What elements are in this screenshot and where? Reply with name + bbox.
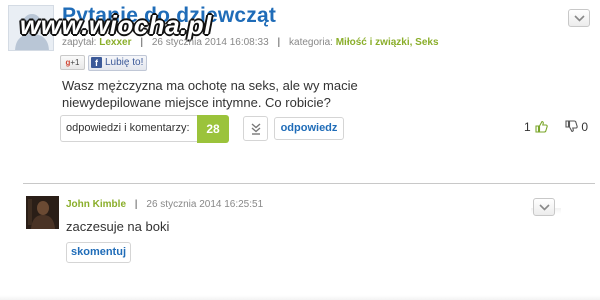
meta-separator: | [140,37,144,48]
gplus-label: +1 [70,58,80,67]
facebook-like-button[interactable]: f Lubię to! [88,55,147,71]
comment-button[interactable]: skomentuj [66,242,131,263]
question-options-button[interactable] [568,9,590,27]
vote-down[interactable]: 0 [564,120,588,136]
comment-date: 26 stycznia 2014 16:25:51 [146,199,264,210]
category-label: kategoria: [289,37,333,48]
thumbs-up-icon [535,120,548,133]
answers-count-badge[interactable]: 28 [197,115,229,143]
commenter-avatar[interactable] [26,196,59,229]
question-date: 26 stycznia 2014 16:08:33 [151,37,269,48]
thumbs-down-icon [565,120,578,133]
meta-separator: | [277,37,281,48]
category-link[interactable]: Miłość i związki, Seks [336,37,439,48]
vote-up-count: 1 [524,120,531,134]
question-body: Wasz mężczyzna ma ochotę na seks, ale wy… [62,78,358,110]
reply-button[interactable]: odpowiedz [274,117,344,140]
vote-down-count: 0 [581,120,589,134]
vote-up[interactable]: 1 [524,120,548,136]
answers-button[interactable]: odpowiedzi i komentarzy: [60,115,197,142]
user-photo-icon [26,196,59,229]
question-meta: zapytał: Lexxer | 26 stycznia 2014 16:08… [62,37,439,48]
comment-meta: John Kimble | 26 stycznia 2014 16:25:51 [66,199,263,210]
author-link[interactable]: Lexxer [99,37,131,48]
double-chevron-down-icon [251,123,261,135]
fb-like-label: Lubię to! [105,57,144,68]
chevron-down-icon [539,204,550,211]
comment-author-link[interactable]: John Kimble [66,199,126,210]
facebook-icon: f [91,57,102,68]
google-plus-button[interactable]: g+1 [60,55,85,70]
answer-item: John Kimble | 26 stycznia 2014 16:25:51 … [0,184,600,300]
chevron-down-icon [574,15,585,22]
expand-answers-button[interactable] [243,116,268,141]
comment-body: zaczesuje na boki [66,219,170,234]
meta-separator: | [134,199,138,210]
question-card: Pytanie do dziewcząt www.wiocha.pl zapyt… [0,0,600,168]
bottom-fade [0,295,600,300]
asked-by-label: zapytał: [62,37,97,48]
comment-options-button[interactable] [533,198,555,216]
